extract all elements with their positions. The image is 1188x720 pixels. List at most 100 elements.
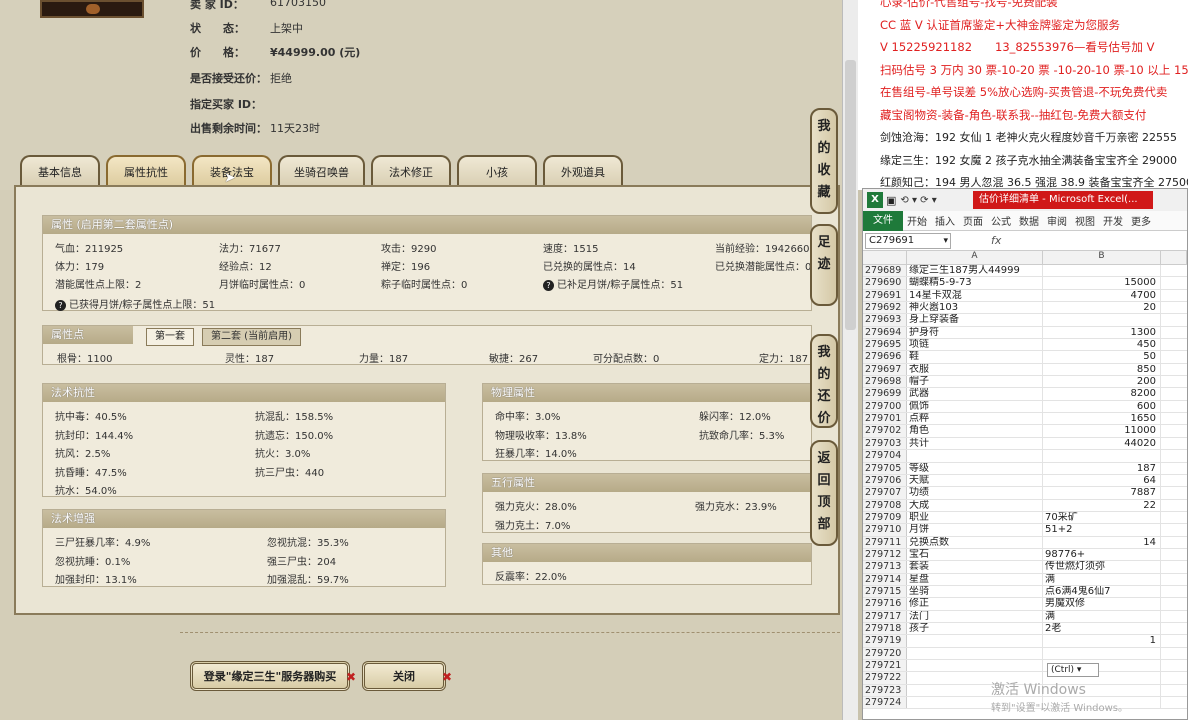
row-number[interactable]: 279717: [863, 610, 907, 622]
ribbon-tab-3[interactable]: 页面: [959, 213, 987, 228]
row-number[interactable]: 279699: [863, 388, 907, 400]
row-number[interactable]: 279724: [863, 697, 907, 709]
fx-icon[interactable]: fx: [991, 234, 1001, 247]
cell-a[interactable]: 帽子: [907, 376, 1043, 388]
cell-b[interactable]: 8200: [1043, 388, 1161, 400]
row-number[interactable]: 279697: [863, 363, 907, 376]
row-number[interactable]: 279691: [863, 289, 907, 302]
points-set-1-tab[interactable]: 第一套: [146, 328, 194, 346]
cell-a[interactable]: 套装: [907, 561, 1043, 573]
column-a-header[interactable]: A: [907, 251, 1043, 264]
row-number[interactable]: 279710: [863, 524, 907, 536]
name-box[interactable]: C279691: [865, 232, 951, 249]
cell-a[interactable]: 功绩: [907, 487, 1043, 499]
row-number[interactable]: 279700: [863, 400, 907, 413]
row-number[interactable]: 279711: [863, 536, 907, 548]
cell-a[interactable]: 共计: [907, 437, 1043, 450]
cell-b[interactable]: 1: [1043, 635, 1161, 647]
row-number[interactable]: 279714: [863, 573, 907, 585]
ribbon-tab-7[interactable]: 视图: [1071, 213, 1099, 228]
cell-b[interactable]: [1043, 265, 1161, 277]
row-number[interactable]: 279689: [863, 265, 907, 277]
cell-a[interactable]: 星盘: [907, 573, 1043, 585]
row-number[interactable]: 279694: [863, 326, 907, 339]
cell-a[interactable]: 大成: [907, 499, 1043, 511]
paste-options-button[interactable]: (Ctrl) ▾: [1047, 663, 1099, 677]
cell-b[interactable]: 51+2: [1043, 524, 1161, 536]
row-number[interactable]: 279720: [863, 647, 907, 659]
cell-a[interactable]: [907, 647, 1043, 659]
cell-b[interactable]: 98776+: [1043, 548, 1161, 561]
row-number[interactable]: 279715: [863, 585, 907, 598]
page-scrollbar[interactable]: [842, 0, 858, 720]
cell-a[interactable]: [907, 635, 1043, 647]
side-button-3[interactable]: 返回顶部: [810, 440, 838, 546]
cell-b[interactable]: 187: [1043, 462, 1161, 474]
cell-b[interactable]: 满: [1043, 573, 1161, 585]
cell-b[interactable]: 男魔双修: [1043, 598, 1161, 610]
row-number[interactable]: 279705: [863, 462, 907, 474]
cell-a[interactable]: 法门: [907, 610, 1043, 622]
cell-a[interactable]: 坐骑: [907, 585, 1043, 598]
row-number[interactable]: 279722: [863, 672, 907, 684]
cell-a[interactable]: 项链: [907, 339, 1043, 351]
cell-a[interactable]: 鞋: [907, 351, 1043, 363]
cell-a[interactable]: 天赋: [907, 474, 1043, 487]
ribbon-tab-1[interactable]: 开始: [903, 213, 931, 228]
cell-a[interactable]: 等级: [907, 462, 1043, 474]
cell-b[interactable]: 450: [1043, 339, 1161, 351]
quick-access-undo-redo[interactable]: ⟲ ▾ ⟳ ▾: [900, 195, 936, 206]
cell-b[interactable]: [1043, 450, 1161, 462]
tab-1[interactable]: 属性抗性: [106, 155, 186, 187]
ribbon-tab-6[interactable]: 审阅: [1043, 213, 1071, 228]
ribbon-tab-5[interactable]: 数据: [1015, 213, 1043, 228]
tab-0[interactable]: 基本信息: [20, 155, 100, 187]
spreadsheet-grid[interactable]: 279689 缘定三生187男人44999 279690 蝴蝶精5-9-73 15000…: [863, 265, 1187, 710]
cell-a[interactable]: 角色: [907, 425, 1043, 437]
side-button-1[interactable]: 足迹: [810, 224, 838, 306]
ribbon-tab-9[interactable]: 更多: [1127, 213, 1155, 228]
cell-b[interactable]: 22: [1043, 499, 1161, 511]
cell-b[interactable]: 7887: [1043, 487, 1161, 499]
cell-a[interactable]: 护身符: [907, 326, 1043, 339]
cell-b[interactable]: 满: [1043, 610, 1161, 622]
row-number[interactable]: 279707: [863, 487, 907, 499]
cell-a[interactable]: 衣服: [907, 363, 1043, 376]
tab-3[interactable]: 坐骑召唤兽: [278, 155, 365, 187]
cell-a[interactable]: 缘定三生187男人44999: [907, 265, 1043, 277]
cell-a[interactable]: 宝石: [907, 548, 1043, 561]
column-b-header[interactable]: B: [1043, 251, 1161, 264]
row-number[interactable]: 279702: [863, 425, 907, 437]
cell-b[interactable]: 14: [1043, 536, 1161, 548]
row-number[interactable]: 279716: [863, 598, 907, 610]
tab-4[interactable]: 法术修正: [371, 155, 451, 187]
cell-b[interactable]: 4700: [1043, 289, 1161, 302]
row-number[interactable]: 279692: [863, 302, 907, 314]
cell-a[interactable]: 14星卡双混: [907, 289, 1043, 302]
row-number[interactable]: 279708: [863, 499, 907, 511]
scrollbar-thumb[interactable]: [845, 60, 856, 330]
tab-5[interactable]: 小孩: [457, 155, 537, 187]
side-button-0[interactable]: 我的收藏: [810, 108, 838, 214]
side-button-2[interactable]: 我的还价: [810, 334, 838, 428]
cell-b[interactable]: 50: [1043, 351, 1161, 363]
row-number[interactable]: 279696: [863, 351, 907, 363]
cell-b[interactable]: 传世燃灯须弥: [1043, 561, 1161, 573]
points-set-2-tab[interactable]: 第二套 (当前启用): [202, 328, 301, 346]
cell-b[interactable]: 1300: [1043, 326, 1161, 339]
cell-a[interactable]: 蝴蝶精5-9-73: [907, 277, 1043, 289]
cell-b[interactable]: 850: [1043, 363, 1161, 376]
cell-a[interactable]: 孩子: [907, 622, 1043, 635]
cell-a[interactable]: 修正: [907, 598, 1043, 610]
cell-a[interactable]: 点粹: [907, 413, 1043, 425]
help-icon[interactable]: ?: [55, 299, 66, 311]
cell-b[interactable]: [1043, 314, 1161, 326]
cell-b[interactable]: 600: [1043, 400, 1161, 413]
row-number[interactable]: 279723: [863, 684, 907, 697]
cell-a[interactable]: 月饼: [907, 524, 1043, 536]
cell-b[interactable]: 70采矿: [1043, 511, 1161, 524]
cell-a[interactable]: [907, 450, 1043, 462]
row-number[interactable]: 279695: [863, 339, 907, 351]
save-icon[interactable]: ▣: [886, 194, 896, 207]
ribbon-tab-4[interactable]: 公式: [987, 213, 1015, 228]
